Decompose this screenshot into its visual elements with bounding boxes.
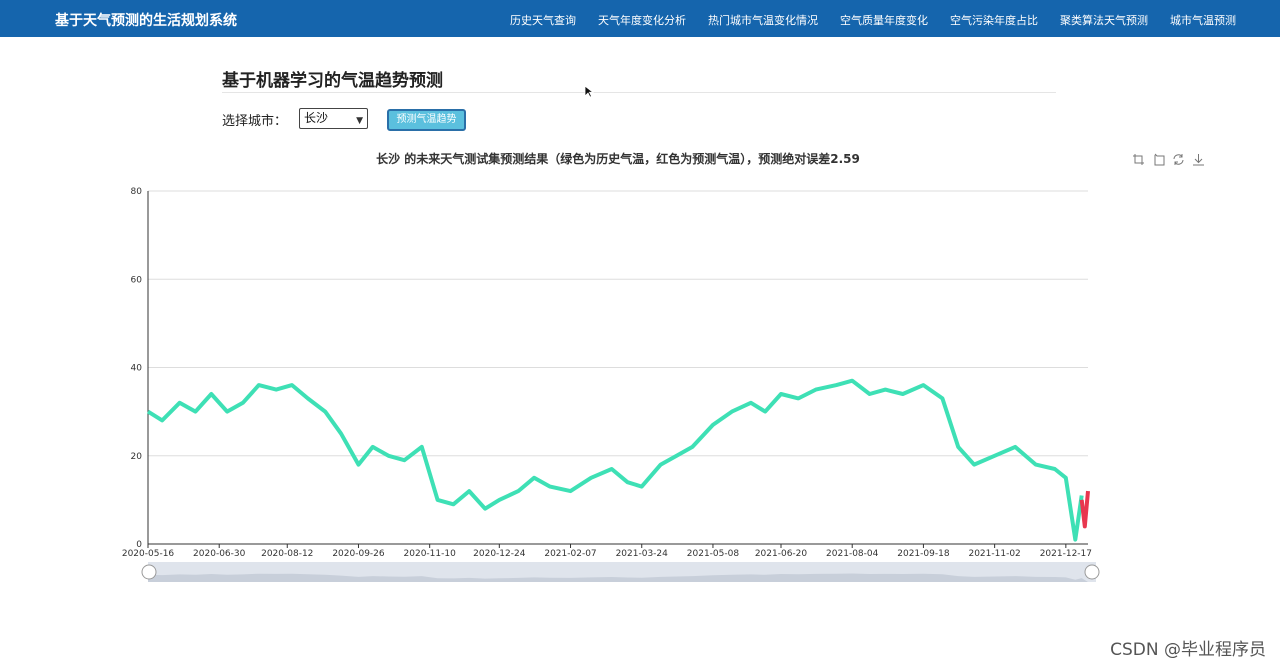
x-axis-ticks: 2020-05-16 2020-06-30 2020-08-12 2020-09-26… bbox=[122, 544, 1092, 559]
y-tick-label: 20 bbox=[131, 452, 143, 462]
datazoom-track bbox=[148, 562, 1096, 582]
x-tick-label: 2021-05-08 bbox=[687, 549, 740, 559]
history-temperature-line bbox=[146, 378, 1084, 542]
predict-button[interactable]: 预测气温趋势 bbox=[387, 109, 466, 131]
city-select-label: 选择城市： bbox=[222, 114, 288, 129]
nav-air-quality[interactable]: 空气质量年度变化 bbox=[840, 12, 928, 28]
page-title: 基于机器学习的气温趋势预测 bbox=[222, 71, 443, 91]
x-tick-label: 2020-08-12 bbox=[261, 549, 313, 559]
x-tick-label: 2021-11-02 bbox=[968, 549, 1020, 559]
nav-city-temperature-forecast[interactable]: 城市气温预测 bbox=[1170, 12, 1236, 28]
city-select-value: 长沙 bbox=[304, 111, 329, 125]
x-tick-label: 2020-12-24 bbox=[473, 549, 526, 559]
x-tick-label: 2021-08-04 bbox=[826, 549, 879, 559]
x-tick-label: 2020-09-26 bbox=[332, 549, 385, 559]
y-tick-label: 40 bbox=[131, 364, 143, 374]
nav-cluster-forecast[interactable]: 聚类算法天气预测 bbox=[1060, 12, 1148, 28]
chart-title: 长沙 的未来天气测试集预测结果（绿色为历史气温，红色为预测气温），预测绝对误差2… bbox=[376, 152, 860, 166]
chart-series bbox=[146, 378, 1090, 542]
x-tick-label: 2021-06-20 bbox=[755, 549, 808, 559]
mouse-cursor-icon bbox=[584, 85, 594, 98]
top-navbar: 基于天气预测的生活规划系统 历史天气查询 天气年度变化分析 热门城市气温变化情况… bbox=[0, 0, 1280, 37]
chart-toolbox bbox=[1132, 151, 1205, 166]
x-tick-label: 2021-02-07 bbox=[544, 549, 596, 559]
city-select[interactable]: 长沙 ▼ bbox=[299, 108, 368, 129]
brand-title[interactable]: 基于天气预测的生活规划系统 bbox=[55, 10, 237, 30]
zoom-icon[interactable] bbox=[1132, 151, 1145, 165]
x-tick-label: 2020-06-30 bbox=[193, 549, 246, 559]
x-tick-label: 2021-09-18 bbox=[897, 549, 950, 559]
datazoom-preview bbox=[148, 573, 1088, 582]
datazoom-handle-left bbox=[141, 564, 157, 580]
chevron-down-icon: ▼ bbox=[356, 116, 363, 126]
x-tick-label: 2020-05-16 bbox=[122, 549, 175, 559]
restore-icon[interactable] bbox=[1172, 151, 1185, 165]
predicted-temperature-line bbox=[1079, 490, 1090, 529]
nav-pollution-ratio[interactable]: 空气污染年度占比 bbox=[950, 12, 1038, 28]
nav-menu: 历史天气查询 天气年度变化分析 热门城市气温变化情况 空气质量年度变化 空气污染… bbox=[488, 12, 1236, 28]
nav-history-weather[interactable]: 历史天气查询 bbox=[510, 12, 576, 28]
download-icon[interactable] bbox=[1192, 151, 1205, 166]
y-tick-label: 0 bbox=[136, 540, 142, 550]
zoom-reset-icon[interactable] bbox=[1152, 151, 1165, 166]
title-divider bbox=[222, 92, 1056, 93]
temperature-line-chart: 0 20 40 60 80 2020-05-16 2020-06-30 2020-08-12… bbox=[122, 187, 1100, 582]
x-tick-label: 2021-03-24 bbox=[616, 549, 669, 559]
y-tick-label: 60 bbox=[131, 275, 143, 285]
y-axis-ticks: 0 20 40 60 80 bbox=[131, 187, 143, 550]
datazoom-slider bbox=[141, 562, 1100, 582]
x-tick-label: 2020-11-10 bbox=[404, 549, 457, 559]
y-tick-label: 80 bbox=[131, 187, 143, 197]
chart-grid bbox=[147, 190, 1088, 545]
datazoom-handle-right bbox=[1084, 564, 1100, 580]
x-tick-label: 2021-12-17 bbox=[1040, 549, 1092, 559]
nav-hot-cities[interactable]: 热门城市气温变化情况 bbox=[708, 12, 818, 28]
csdn-watermark: CSDN @毕业程序员 bbox=[1110, 640, 1266, 660]
nav-yearly-change[interactable]: 天气年度变化分析 bbox=[598, 12, 686, 28]
